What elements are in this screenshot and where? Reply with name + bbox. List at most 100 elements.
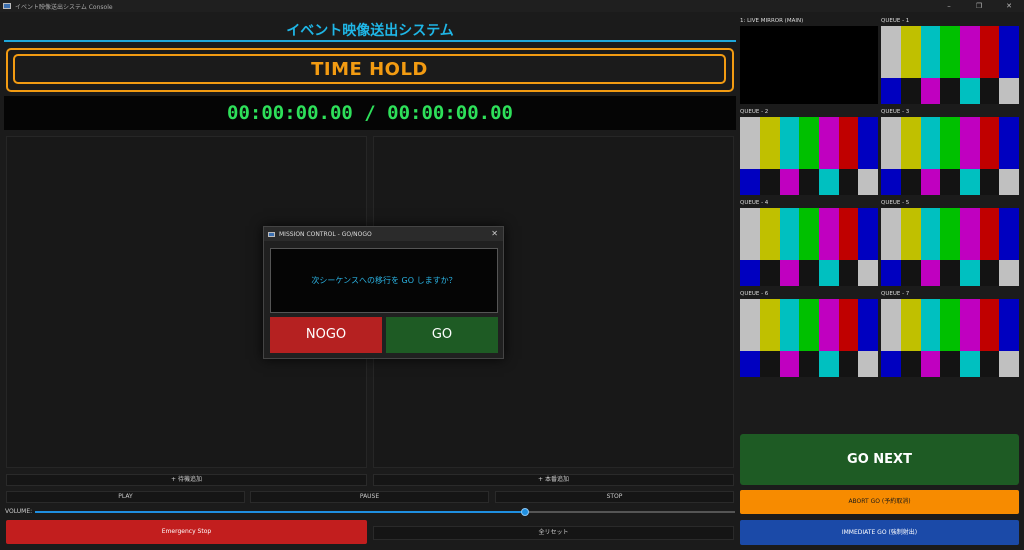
queue-monitor[interactable] <box>881 299 1019 377</box>
volume-slider-fill <box>35 511 525 513</box>
queue-label: QUEUE - 3 <box>881 109 910 115</box>
color-bar <box>901 26 921 78</box>
color-bar <box>980 208 999 260</box>
restore-icon[interactable]: ❐ <box>964 0 994 12</box>
color-bar <box>999 260 1019 286</box>
color-bar <box>960 351 980 377</box>
color-bar <box>881 351 901 377</box>
window-controls: – ❐ ✕ <box>934 0 1024 12</box>
add-standby-button[interactable]: + 待機追加 <box>6 474 367 486</box>
color-bar <box>940 26 960 78</box>
color-bar <box>960 117 980 169</box>
color-bar <box>819 169 839 195</box>
color-bar <box>881 208 901 260</box>
color-bar <box>799 351 819 377</box>
color-bar <box>760 351 780 377</box>
color-bar <box>901 78 921 104</box>
queue-monitor[interactable] <box>740 117 878 195</box>
queue-monitor[interactable] <box>881 117 1019 195</box>
color-bar <box>799 208 819 260</box>
queue-monitor[interactable] <box>881 26 1019 104</box>
color-bar <box>760 169 780 195</box>
color-bar <box>780 351 799 377</box>
close-icon[interactable]: ✕ <box>994 0 1024 12</box>
close-icon[interactable]: ✕ <box>491 227 498 241</box>
abort-go-button[interactable]: ABORT GO (予約取消) <box>740 490 1019 514</box>
color-bar <box>740 299 760 351</box>
color-bar <box>921 169 940 195</box>
color-bar <box>839 299 858 351</box>
color-bar <box>960 169 980 195</box>
title-divider <box>4 40 736 42</box>
color-bar <box>999 169 1019 195</box>
queue-monitor[interactable] <box>740 299 878 377</box>
color-bar <box>921 351 940 377</box>
color-bar <box>881 26 901 78</box>
emergency-stop-button[interactable]: Emergency Stop <box>6 520 367 544</box>
color-bar <box>858 299 878 351</box>
dialog-titlebar: MISSION CONTROL - GO/NOGO ✕ <box>264 227 503 241</box>
queue-monitor[interactable] <box>740 208 878 286</box>
reset-all-button[interactable]: 全リセット <box>373 526 734 540</box>
color-bar <box>799 260 819 286</box>
window-titlebar: イベント映像送出システム Console – ❐ ✕ <box>0 0 1024 12</box>
color-bar <box>960 208 980 260</box>
color-bar <box>858 351 878 377</box>
color-bar <box>901 351 921 377</box>
queue-label: QUEUE - 6 <box>740 291 769 297</box>
color-bar <box>999 351 1019 377</box>
color-bar <box>940 78 960 104</box>
color-bar <box>858 260 878 286</box>
color-bar <box>760 299 780 351</box>
color-bar <box>980 299 999 351</box>
color-bar <box>881 117 901 169</box>
color-bar <box>960 26 980 78</box>
queue-monitor[interactable] <box>881 208 1019 286</box>
color-bar <box>960 299 980 351</box>
color-bar <box>740 351 760 377</box>
color-bar <box>740 208 760 260</box>
minimize-icon[interactable]: – <box>934 0 964 12</box>
color-bar <box>921 78 940 104</box>
color-bar <box>921 260 940 286</box>
color-bar <box>799 169 819 195</box>
color-bar <box>839 260 858 286</box>
color-bar <box>980 117 999 169</box>
color-bar <box>740 260 760 286</box>
play-button[interactable]: PLAY <box>6 491 245 503</box>
color-bar <box>940 208 960 260</box>
immediate-go-button[interactable]: IMMEDIATE GO (強制射出) <box>740 520 1019 545</box>
volume-slider[interactable] <box>35 508 735 516</box>
queue-label: QUEUE - 5 <box>881 200 910 206</box>
stop-button[interactable]: STOP <box>495 491 734 503</box>
hold-status-frame: TIME HOLD <box>6 48 734 92</box>
color-bar <box>940 117 960 169</box>
color-bar <box>819 351 839 377</box>
color-bar <box>740 117 760 169</box>
color-bar <box>940 169 960 195</box>
nogo-button[interactable]: NOGO <box>270 317 382 353</box>
color-bar <box>901 208 921 260</box>
pause-button[interactable]: PAUSE <box>250 491 489 503</box>
color-bar <box>819 260 839 286</box>
color-bar <box>881 299 901 351</box>
add-main-button[interactable]: + 本番追加 <box>373 474 734 486</box>
color-bar <box>780 260 799 286</box>
live-mirror-label: 1: LIVE MIRROR (MAIN) <box>740 18 804 24</box>
go-button[interactable]: GO <box>386 317 498 353</box>
color-bar <box>901 299 921 351</box>
color-bar <box>881 169 901 195</box>
queue-label: QUEUE - 7 <box>881 291 910 297</box>
timecode-display: 00:00:00.00 / 00:00:00.00 <box>4 96 736 130</box>
color-bar <box>819 117 839 169</box>
queue-label: QUEUE - 1 <box>881 18 910 24</box>
color-bar <box>881 78 901 104</box>
color-bar <box>999 299 1019 351</box>
color-bar <box>858 117 878 169</box>
color-bar <box>780 299 799 351</box>
color-bar <box>980 351 999 377</box>
go-next-button[interactable]: GO NEXT <box>740 434 1019 485</box>
color-bar <box>901 169 921 195</box>
color-bar <box>780 208 799 260</box>
volume-slider-handle[interactable] <box>521 508 529 516</box>
